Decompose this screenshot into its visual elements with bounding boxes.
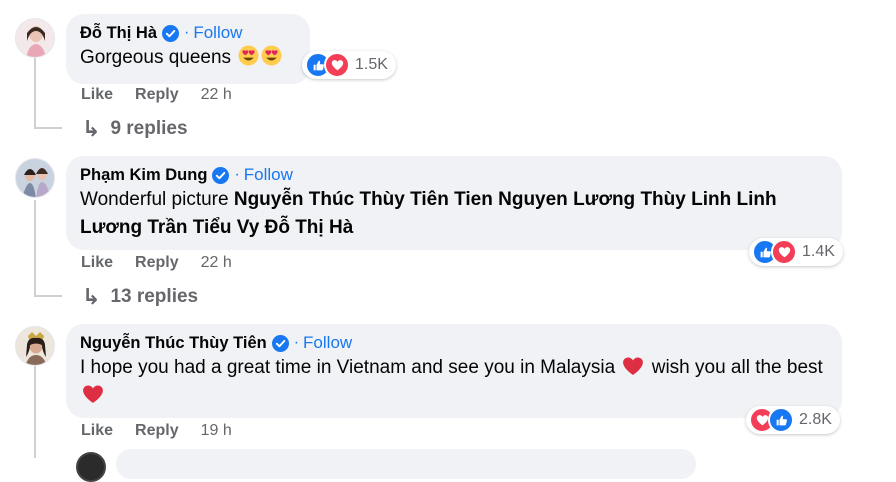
- comment-bubble: Nguyễn Thúc Thùy Tiên · Follow I hope yo…: [66, 324, 842, 418]
- comment-bubble: Phạm Kim Dung · Follow Wonderful picture…: [66, 156, 842, 250]
- heart-eyes-emoji-icon: [238, 45, 259, 66]
- comment-actions: Like Reply 19 h: [81, 422, 232, 440]
- comment-actions: Like Reply 22 h: [81, 86, 232, 104]
- reaction-count: 1.4K: [802, 243, 835, 260]
- verified-badge-icon: [212, 166, 230, 184]
- reaction-summary[interactable]: 1.5K: [302, 51, 396, 79]
- comment-author[interactable]: Phạm Kim Dung: [80, 166, 207, 185]
- comment-text-part: best: [786, 357, 823, 378]
- love-reaction-icon: [324, 52, 350, 78]
- heart-eyes-emoji-icon: [261, 45, 282, 66]
- replies-count-label: 13 replies: [110, 286, 199, 307]
- red-heart-emoji-icon: [623, 357, 644, 375]
- separator-dot: ·: [184, 24, 190, 41]
- comment-actions: Like Reply 22 h: [81, 254, 232, 272]
- view-replies-link[interactable]: ↳ 9 replies: [82, 116, 188, 142]
- like-button[interactable]: Like: [81, 254, 113, 272]
- comment-timestamp[interactable]: 19 h: [201, 422, 232, 440]
- reply-button[interactable]: Reply: [135, 86, 179, 104]
- separator-dot: ·: [293, 334, 300, 351]
- thread-line: [34, 200, 36, 296]
- mention-tag[interactable]: Nguyễn Thúc Thùy Tiên: [234, 189, 449, 210]
- reply-button[interactable]: Reply: [135, 422, 179, 440]
- follow-button[interactable]: Follow: [303, 333, 352, 353]
- reply-arrow-icon: ↳: [82, 116, 101, 141]
- verified-badge-icon: [271, 334, 289, 352]
- mention-tag[interactable]: Trần Tiểu Vy: [147, 217, 259, 238]
- reaction-count: 2.8K: [799, 411, 832, 428]
- comment-text-part: I hope you had a great time in Vietnam a…: [80, 357, 616, 378]
- reaction-summary[interactable]: 1.4K: [749, 238, 843, 266]
- verified-badge-icon: [162, 24, 179, 42]
- view-replies-link[interactable]: ↳ 13 replies: [82, 284, 198, 310]
- reply-button[interactable]: Reply: [135, 254, 179, 272]
- thread-line: [34, 58, 36, 128]
- avatar[interactable]: [15, 326, 55, 366]
- comment-timestamp[interactable]: 22 h: [201, 86, 232, 104]
- avatar[interactable]: [15, 158, 55, 198]
- comment-text-body: Gorgeous queens: [80, 47, 232, 68]
- thread-line: [34, 127, 62, 129]
- thread-line: [34, 366, 36, 458]
- comment-timestamp[interactable]: 22 h: [201, 254, 232, 272]
- like-reaction-icon: [768, 407, 794, 433]
- mention-tag[interactable]: Đỗ Thị Hà: [265, 217, 354, 238]
- next-reply-bubble: [116, 449, 696, 479]
- comment-text: Gorgeous queens: [80, 44, 296, 72]
- mention-tag[interactable]: Tien Nguyen: [454, 189, 568, 210]
- love-reaction-icon: [771, 239, 797, 265]
- reaction-summary[interactable]: 2.8K: [746, 406, 840, 434]
- comment-text: I hope you had a great time in Vietnam a…: [80, 354, 828, 410]
- replies-count-label: 9 replies: [110, 118, 188, 139]
- thread-line: [34, 295, 62, 297]
- reply-arrow-icon: ↳: [82, 284, 101, 309]
- comment-text-body: Wonderful picture: [80, 189, 229, 210]
- red-heart-emoji-icon: [83, 385, 103, 403]
- like-button[interactable]: Like: [81, 422, 113, 440]
- next-reply-avatar[interactable]: [76, 452, 106, 482]
- comment-author[interactable]: Đỗ Thị Hà: [80, 24, 157, 43]
- avatar[interactable]: [15, 18, 55, 58]
- follow-button[interactable]: Follow: [244, 165, 293, 185]
- comment-author[interactable]: Nguyễn Thúc Thùy Tiên: [80, 334, 267, 353]
- comment-bubble: Đỗ Thị Hà · Follow Gorgeous queens: [66, 14, 310, 84]
- follow-button[interactable]: Follow: [193, 23, 242, 43]
- separator-dot: ·: [234, 166, 240, 183]
- comment-text-part: wish you all the: [651, 357, 782, 378]
- reaction-count: 1.5K: [355, 56, 388, 73]
- comment-text: Wonderful picture Nguyễn Thúc Thùy Tiên …: [80, 186, 828, 242]
- like-button[interactable]: Like: [81, 86, 113, 104]
- mention-tag[interactable]: Lương Thùy Linh: [573, 189, 731, 210]
